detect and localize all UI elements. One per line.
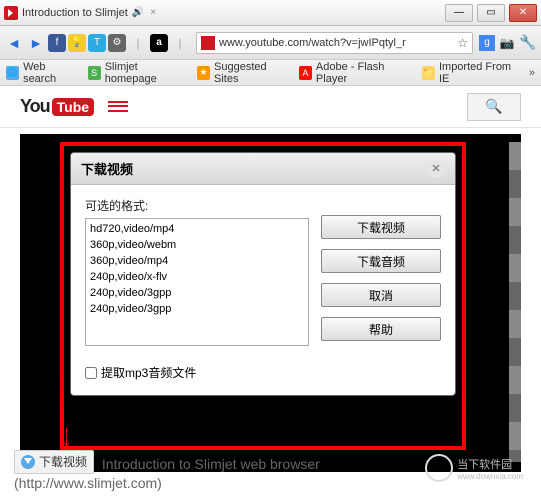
- youtube-favicon: [4, 6, 18, 20]
- download-audio-button[interactable]: 下载音频: [321, 249, 441, 273]
- bookmark-web-search[interactable]: 🌐 Web search: [6, 61, 78, 85]
- window-titlebar: Introduction to Slimjet 🔊 × — ▭ ✕: [0, 0, 541, 26]
- bookmarks-bar: 🌐 Web search S Slimjet homepage ★ Suggested…: [0, 60, 541, 86]
- video-source-url: (http://www.slimjet.com): [14, 475, 162, 491]
- dialog-title: 下载视频: [81, 159, 133, 178]
- toolbar-divider-2: |: [170, 33, 190, 53]
- video-area: 下载视频 ✕ 可选的格式: hd720,video/mp4 360p,video…: [0, 128, 541, 478]
- nav-back-button[interactable]: ◄: [4, 33, 24, 53]
- bookmark-label: Adobe - Flash Player: [316, 61, 412, 85]
- youtube-search-button[interactable]: 🔍: [467, 93, 521, 121]
- dialog-close-button[interactable]: ✕: [427, 160, 445, 178]
- list-item[interactable]: 240p,video/x-flv: [90, 269, 304, 285]
- window-maximize-button[interactable]: ▭: [477, 4, 505, 22]
- bookmark-star-icon[interactable]: ☆: [457, 36, 468, 50]
- list-item[interactable]: hd720,video/mp4: [90, 221, 304, 237]
- window-minimize-button[interactable]: —: [445, 4, 473, 22]
- tab-audio-icon: 🔊: [132, 7, 144, 18]
- folder-icon: 📁: [422, 66, 435, 80]
- globe-icon: 🌐: [6, 66, 19, 80]
- search-icon: 🔍: [485, 98, 502, 115]
- watermark-sub: www.downxia.com: [457, 472, 523, 481]
- chip-label: 下载视频: [39, 453, 87, 471]
- formats-label: 可选的格式:: [85, 197, 309, 214]
- bookmarks-overflow-icon[interactable]: »: [529, 67, 535, 79]
- bookmark-label: Imported From IE: [439, 61, 519, 85]
- video-title: Introduction to Slimjet web browser: [102, 456, 320, 472]
- watermark: 当下软件园 www.downxia.com: [425, 454, 523, 482]
- thumbnail-sidebar: [509, 142, 521, 462]
- bookmark-slimjet-homepage[interactable]: S Slimjet homepage: [88, 61, 187, 85]
- camera-icon[interactable]: 📷: [497, 33, 517, 53]
- list-item[interactable]: 240p,video/3gpp: [90, 301, 304, 317]
- window-close-button[interactable]: ✕: [509, 4, 537, 22]
- address-bar[interactable]: www.youtube.com/watch?v=jwIPqtyl_r ☆: [196, 32, 473, 54]
- dialog-footer: 提取mp3音频文件: [71, 358, 455, 395]
- download-icon: [21, 455, 35, 469]
- browser-toolbar: ◄ ► f 💡 T ⚙ | a | www.youtube.com/watch?…: [0, 26, 541, 60]
- translate-icon[interactable]: T: [88, 34, 106, 52]
- toolbar-divider: |: [128, 33, 148, 53]
- extract-mp3-checkbox[interactable]: [85, 367, 97, 379]
- download-video-button[interactable]: 下载视频: [321, 215, 441, 239]
- url-text: www.youtube.com/watch?v=jwIPqtyl_r: [219, 37, 453, 49]
- bookmark-label: Suggested Sites: [214, 61, 289, 85]
- download-video-chip[interactable]: 下载视频: [14, 450, 94, 474]
- menu-bars-icon[interactable]: [108, 97, 128, 117]
- cancel-button[interactable]: 取消: [321, 283, 441, 307]
- nav-forward-button[interactable]: ►: [26, 33, 46, 53]
- site-favicon: [201, 36, 215, 50]
- youtube-logo[interactable]: You Tube: [20, 96, 94, 117]
- wrench-menu-icon[interactable]: 🔧: [519, 34, 537, 52]
- dialog-titlebar: 下载视频 ✕: [71, 153, 455, 185]
- youtube-logo-tube: Tube: [52, 98, 94, 116]
- google-icon[interactable]: g: [479, 35, 495, 51]
- settings-icon[interactable]: ⚙: [108, 34, 126, 52]
- help-button[interactable]: 帮助: [321, 317, 441, 341]
- suggested-icon: ★: [197, 66, 210, 80]
- red-arrow-annotation: ↓: [61, 426, 71, 446]
- bookmark-adobe-flash[interactable]: A Adobe - Flash Player: [299, 61, 412, 85]
- bookmark-label: Slimjet homepage: [105, 61, 187, 85]
- download-video-dialog: 下载视频 ✕ 可选的格式: hd720,video/mp4 360p,video…: [70, 152, 456, 396]
- light-icon[interactable]: 💡: [68, 34, 86, 52]
- slimjet-icon: S: [88, 66, 101, 80]
- list-item[interactable]: 360p,video/webm: [90, 237, 304, 253]
- watermark-logo-icon: [425, 454, 453, 482]
- amazon-icon[interactable]: a: [150, 34, 168, 52]
- youtube-header: You Tube 🔍: [0, 86, 541, 128]
- extract-mp3-label: 提取mp3音频文件: [101, 364, 196, 381]
- adobe-icon: A: [299, 66, 312, 80]
- bookmark-suggested-sites[interactable]: ★ Suggested Sites: [197, 61, 289, 85]
- list-item[interactable]: 240p,video/3gpp: [90, 285, 304, 301]
- formats-listbox[interactable]: hd720,video/mp4 360p,video/webm 360p,vid…: [85, 218, 309, 346]
- dialog-body: 可选的格式: hd720,video/mp4 360p,video/webm 3…: [71, 185, 455, 358]
- bookmark-label: Web search: [23, 61, 78, 85]
- youtube-logo-you: You: [20, 96, 50, 117]
- list-item[interactable]: 360p,video/mp4: [90, 253, 304, 269]
- tab-title[interactable]: Introduction to Slimjet: [22, 7, 128, 19]
- tab-close-icon[interactable]: ×: [150, 7, 156, 18]
- watermark-text: 当下软件园: [457, 456, 523, 472]
- bookmark-imported-from-ie[interactable]: 📁 Imported From IE: [422, 61, 519, 85]
- facebook-icon[interactable]: f: [48, 34, 66, 52]
